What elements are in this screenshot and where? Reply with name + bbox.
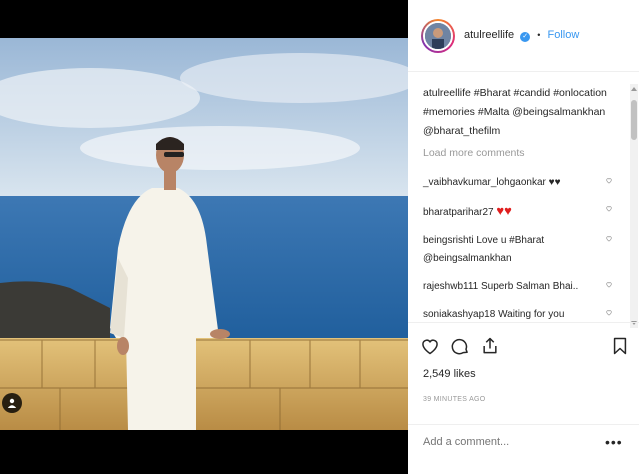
comment-username[interactable]: beingsrishti — [423, 235, 474, 246]
comment-like-heart-icon[interactable] — [603, 202, 615, 212]
comment-like-heart-icon[interactable] — [603, 232, 615, 242]
comment-text: Superb Salman Bhai.. — [481, 281, 579, 292]
likes-count[interactable]: 2,549 likes — [423, 368, 476, 380]
comment-icon[interactable] — [450, 336, 470, 356]
comment-username[interactable]: soniakashyap18 — [423, 309, 495, 320]
comment-row: soniakashyap18 Waiting for you — [423, 300, 615, 328]
post-timestamp[interactable]: 39 MINUTES AGO — [423, 396, 486, 403]
post-photo[interactable] — [0, 38, 408, 430]
verified-icon: ✓ — [520, 32, 531, 42]
post-sidebar: atulreellife ✓ • Follow atulreellife #Bh… — [408, 0, 639, 474]
share-icon[interactable] — [480, 336, 500, 356]
comments-scrollbar[interactable] — [630, 84, 638, 328]
comment-like-heart-icon[interactable] — [603, 306, 615, 316]
follow-button[interactable]: Follow — [547, 29, 579, 41]
comment-text: Waiting for you — [498, 309, 565, 320]
comment-text: ♥♥ — [548, 177, 561, 188]
comment-username[interactable]: bharatparihar27 — [423, 207, 494, 218]
bookmark-icon[interactable] — [610, 336, 630, 356]
load-more-comments-button[interactable]: Load more comments — [423, 145, 615, 161]
scroll-up-arrow-icon[interactable] — [631, 87, 637, 91]
separator-dot: • — [537, 30, 541, 40]
comment-text: ♥♥ — [496, 203, 512, 218]
comment-like-heart-icon[interactable] — [603, 174, 615, 184]
post-caption: atulreellife #Bharat #candid #onlocation… — [423, 84, 615, 141]
divider — [408, 424, 639, 425]
comment-row: bharatparihar27 ♥♥ — [423, 196, 615, 226]
comment-like-heart-icon[interactable] — [603, 278, 615, 288]
scrollbar-thumb[interactable] — [631, 100, 637, 140]
comment-username[interactable]: _vaibhavkumar_lohgaonkar — [423, 177, 546, 188]
post-header: atulreellife ✓ • Follow — [408, 0, 639, 72]
header-username[interactable]: atulreellife — [464, 29, 514, 41]
caption-username[interactable]: atulreellife — [423, 87, 471, 99]
comment-row: _vaibhavkumar_lohgaonkar ♥♥ — [423, 168, 615, 196]
comment-row: rajeshwb111 Superb Salman Bhai.. — [423, 272, 615, 300]
heart-icon[interactable] — [420, 336, 440, 356]
divider — [408, 322, 639, 323]
more-options-icon[interactable]: ••• — [605, 434, 623, 450]
action-bar — [420, 332, 630, 360]
photo-pane — [0, 0, 408, 474]
comments-list[interactable]: atulreellife #Bharat #candid #onlocation… — [408, 84, 630, 328]
avatar[interactable] — [421, 18, 455, 53]
comment-username[interactable]: rajeshwb111 — [423, 281, 478, 292]
comment-row: beingsrishti Love u #Bharat @beingsalman… — [423, 226, 615, 272]
person-tag-icon[interactable] — [2, 393, 22, 413]
add-comment-input[interactable] — [423, 436, 593, 448]
